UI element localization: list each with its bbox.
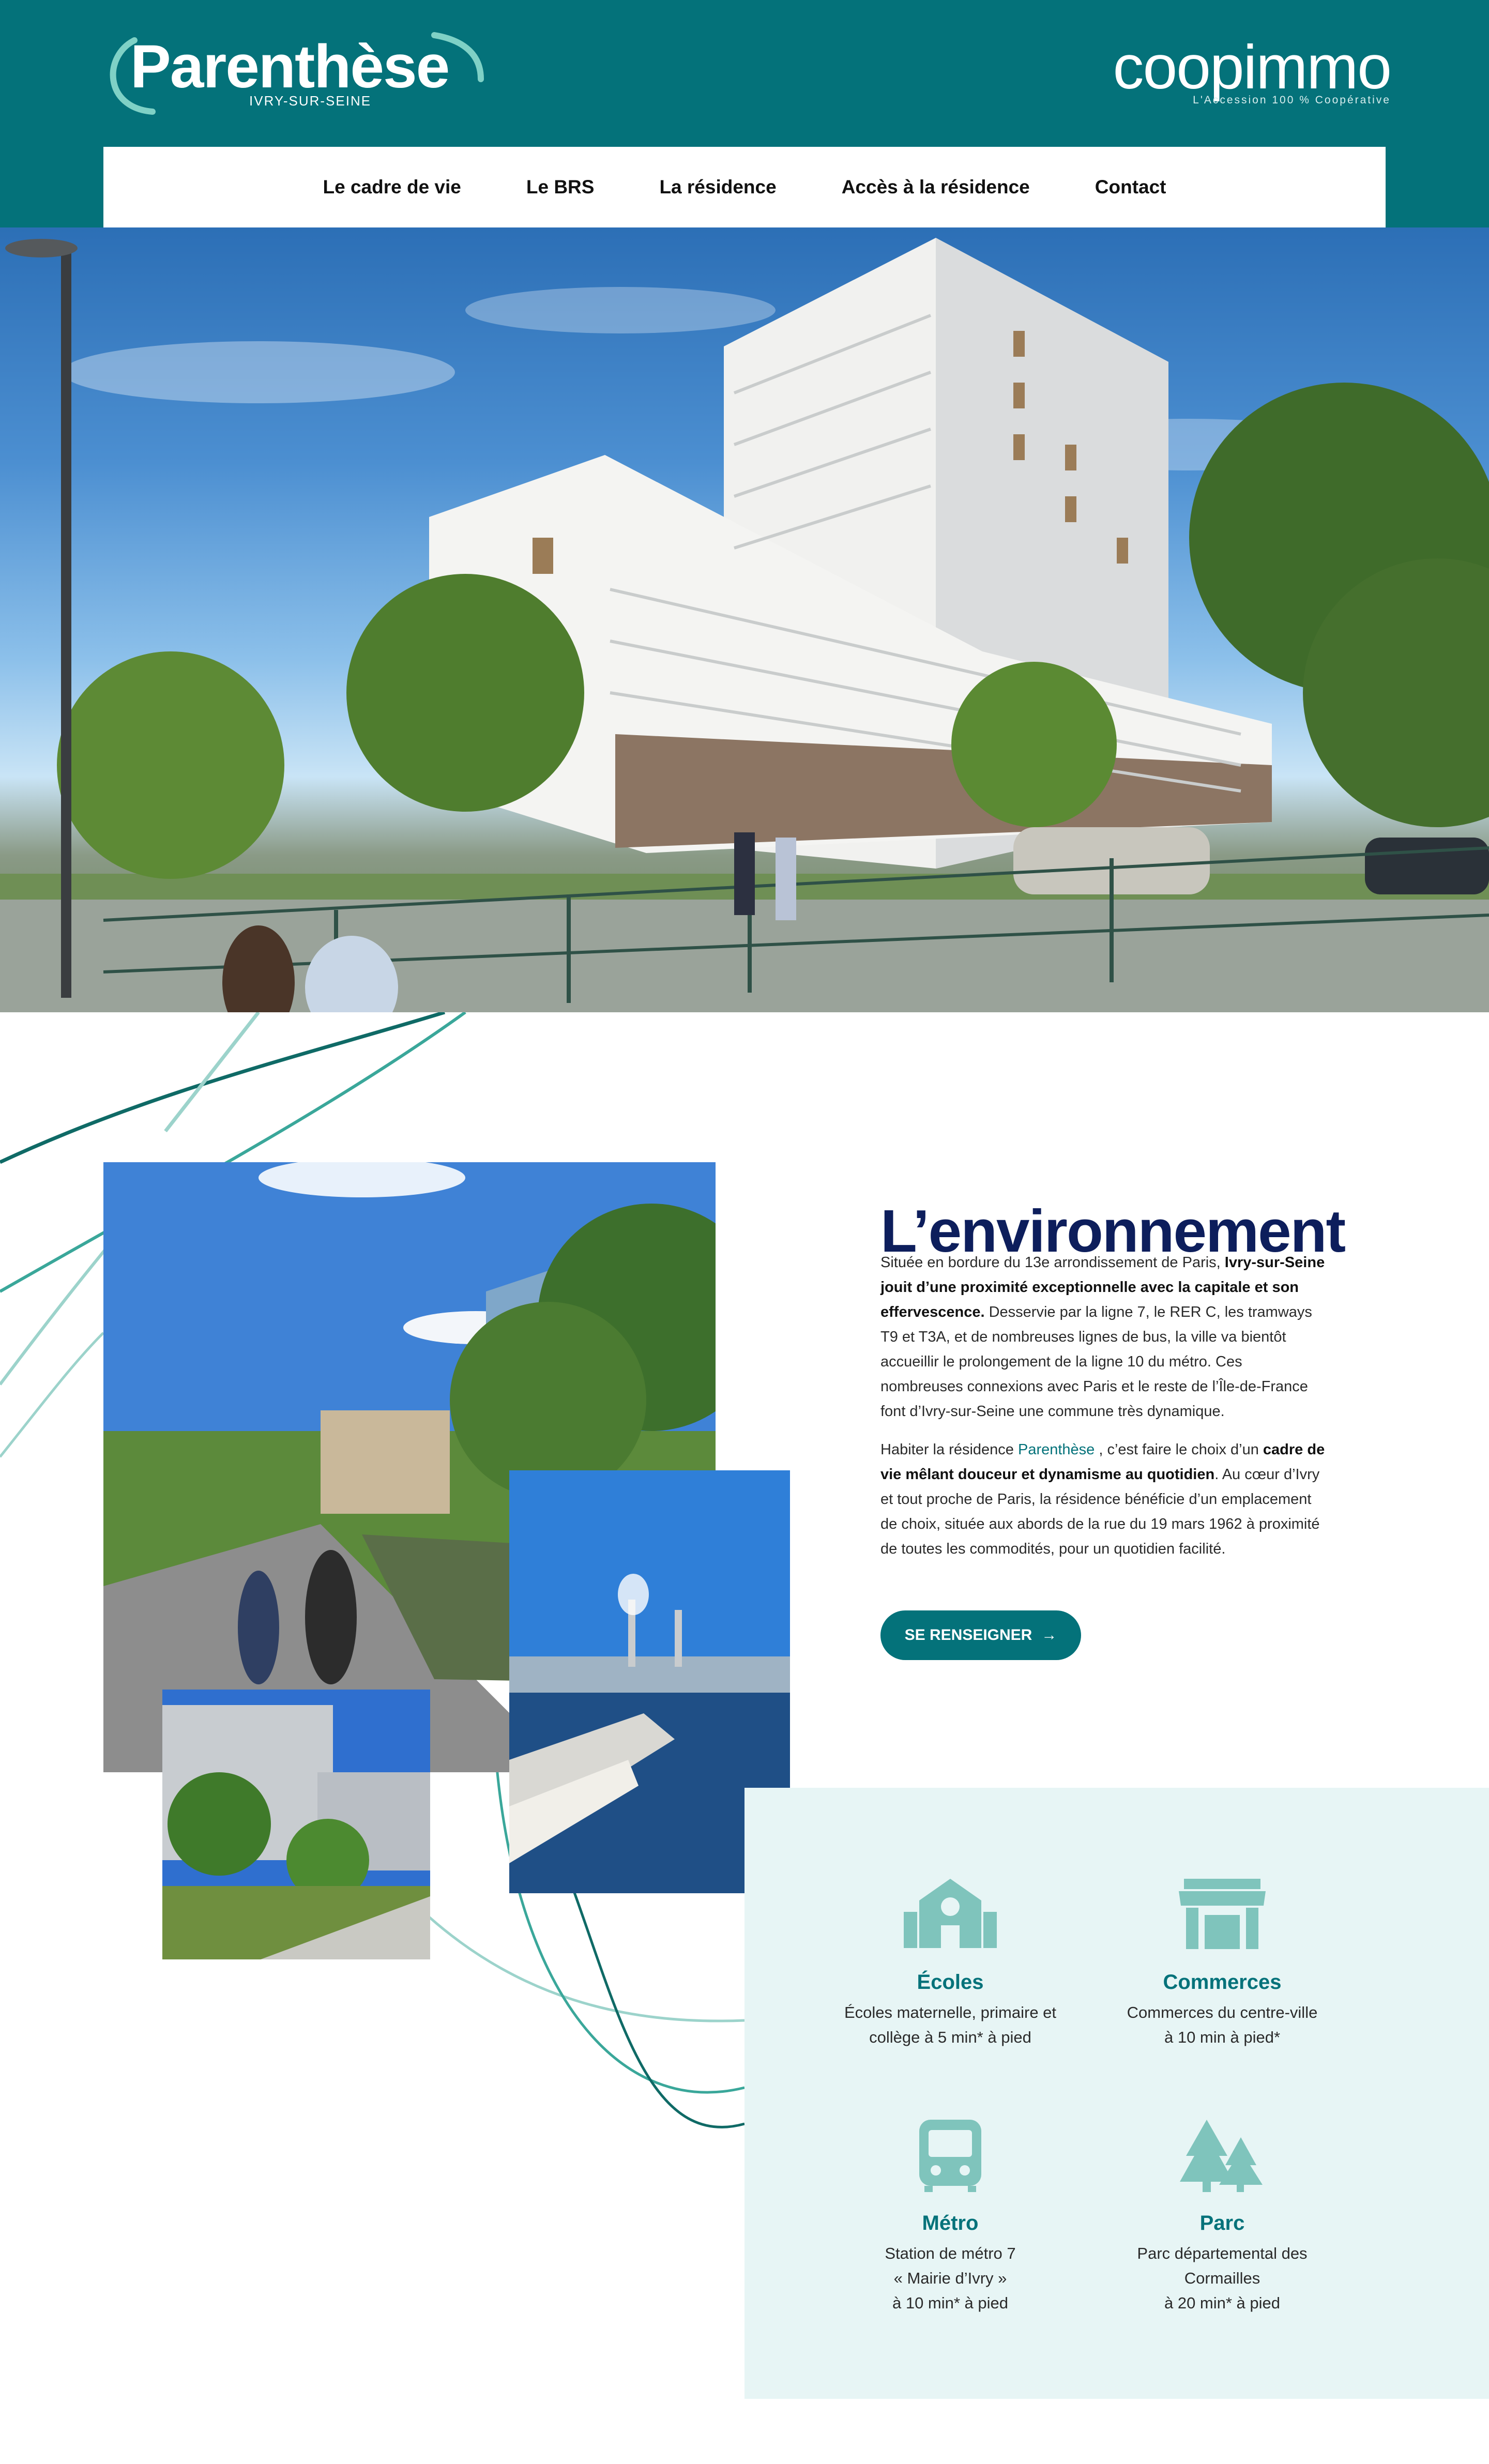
residence-illustration <box>0 238 1489 1012</box>
amenity-desc-line: Cormailles <box>1184 2269 1260 2287</box>
nav-item-cadre-de-vie[interactable]: Le cadre de vie <box>323 176 461 198</box>
amenity-description: Station de métro 7 « Mairie d’Ivry » à 1… <box>831 2241 1069 2316</box>
amenity-desc-line: Station de métro 7 <box>885 2244 1016 2262</box>
paragraph-2-text-c: , c’est faire le choix d’un <box>1095 1441 1263 1458</box>
coopimmo-logo[interactable]: coopimmo L'Accession 100 % Coopérative <box>1091 33 1392 114</box>
street-buildings-photo <box>162 1690 430 1959</box>
amenity-desc-line: « Mairie d’Ivry » <box>893 2269 1007 2287</box>
amenity-desc-line: à 20 min* à pied <box>1164 2294 1281 2312</box>
amenities-panel: Écoles Écoles maternelle, primaire et co… <box>744 1788 1489 2399</box>
se-renseigner-button[interactable]: SE RENSEIGNER → <box>880 1610 1081 1660</box>
amenity-desc-line: collège à 5 min* à pied <box>869 2028 1031 2046</box>
amenity-commerces: Commerces Commerces du centre-ville à 10… <box>1103 1876 1341 2050</box>
amenity-metro: Métro Station de métro 7 « Mairie d’Ivry… <box>831 2117 1069 2316</box>
partner-tagline: L'Accession 100 % Coopérative <box>1193 94 1391 106</box>
paragraph-1-text-a: Située en bordure du 13e arrondissement … <box>880 1254 1225 1271</box>
nav-item-residence[interactable]: La résidence <box>659 176 776 198</box>
environment-paragraph-2: Habiter la résidence Parenthèse , c’est … <box>880 1437 1325 1561</box>
brand-name: Parenthèse <box>130 33 450 101</box>
nav-item-acces[interactable]: Accès à la résidence <box>842 176 1030 198</box>
hero-building-image <box>0 227 1489 1012</box>
amenity-description: Écoles maternelle, primaire et collège à… <box>831 2000 1069 2050</box>
trees-icon <box>1180 2120 1263 2192</box>
school-icon <box>904 1879 997 1948</box>
nav-item-contact[interactable]: Contact <box>1095 176 1166 198</box>
metro-icon <box>919 2120 981 2192</box>
site-header: Parenthèse IVRY-SUR-SEINE coopimmo L'Acc… <box>0 0 1489 227</box>
amenity-title: Parc <box>1199 2212 1245 2234</box>
amenity-title: Écoles <box>917 1971 984 1994</box>
residence-name-link[interactable]: Parenthèse <box>1018 1441 1095 1458</box>
nav-item-brs[interactable]: Le BRS <box>526 176 595 198</box>
main-nav: Le cadre de vie Le BRS La résidence Accè… <box>103 147 1386 227</box>
parenthese-logo[interactable]: Parenthèse IVRY-SUR-SEINE <box>103 30 486 118</box>
amenity-title: Commerces <box>1163 1971 1282 1994</box>
amenity-description: Parc départemental des Cormailles à 20 m… <box>1103 2241 1341 2316</box>
amenity-desc-line: à 10 min à pied* <box>1164 2028 1281 2046</box>
amenity-desc-line: Commerces du centre-ville <box>1127 2003 1318 2021</box>
amenity-desc-line: à 10 min* à pied <box>892 2294 1009 2312</box>
amenity-desc-line: Écoles maternelle, primaire et <box>844 2003 1057 2021</box>
brand-location: IVRY-SUR-SEINE <box>249 93 372 109</box>
paragraph-1-text-c: Desservie par la ligne 7, le RER C, les … <box>880 1304 1312 1420</box>
amenity-parc: Parc Parc départemental des Cormailles à… <box>1103 2117 1341 2316</box>
amenity-description: Commerces du centre-ville à 10 min à pie… <box>1103 2000 1341 2050</box>
partner-name: coopimmo <box>1113 33 1392 102</box>
street-buildings-image <box>162 1690 430 1959</box>
paragraph-2-text-a: Habiter la résidence <box>880 1441 1018 1458</box>
amenity-desc-line: Parc départemental des <box>1137 2244 1308 2262</box>
arrow-right-icon: → <box>1041 1626 1057 1644</box>
amenity-title: Métro <box>922 2212 979 2234</box>
environment-paragraph-1: Située en bordure du 13e arrondissement … <box>880 1250 1325 1424</box>
shop-icon <box>1179 1879 1266 1949</box>
amenity-ecoles: Écoles Écoles maternelle, primaire et co… <box>831 1876 1069 2050</box>
cta-label: SE RENSEIGNER <box>904 1626 1032 1644</box>
